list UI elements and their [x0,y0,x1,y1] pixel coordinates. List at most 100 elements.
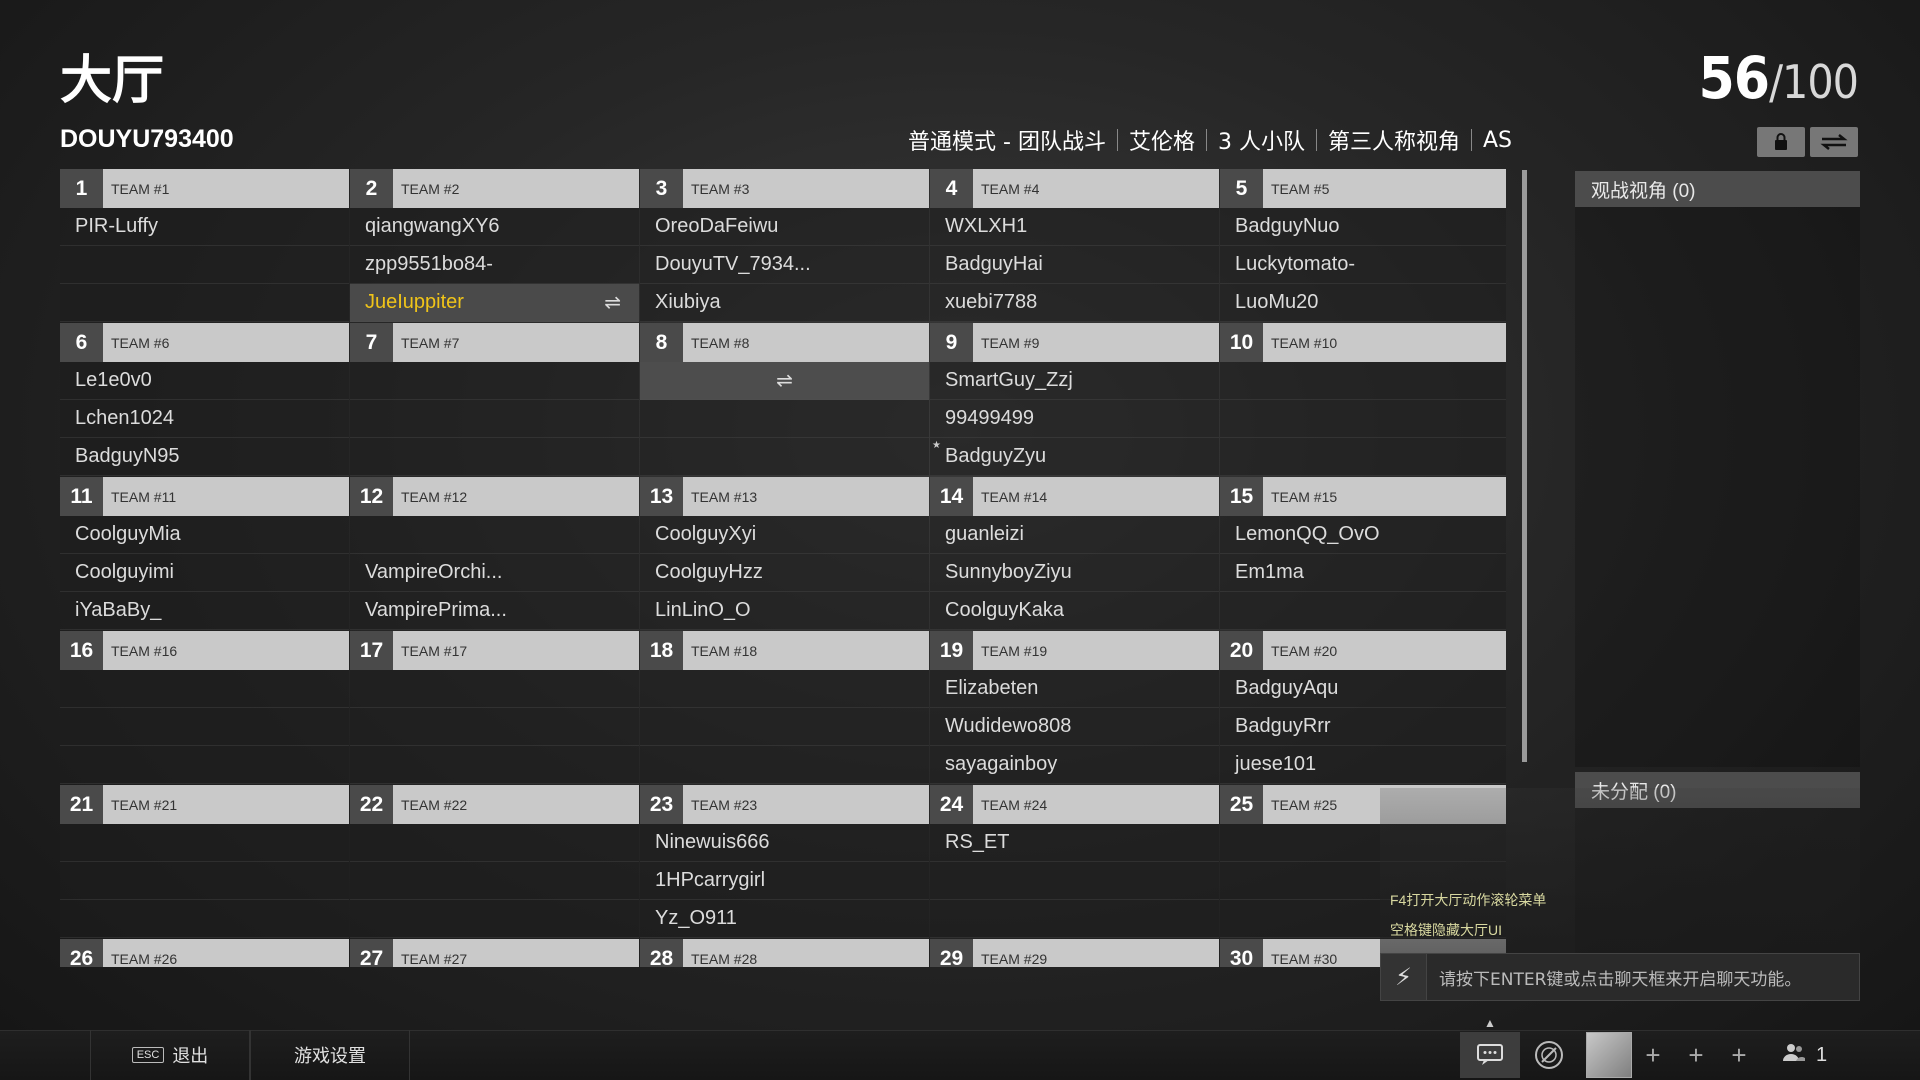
team-header[interactable]: 19 TEAM #19 [930,631,1219,670]
team-header[interactable]: 7 TEAM #7 [350,323,639,362]
player-slot[interactable] [1220,592,1506,630]
team-header[interactable]: 8 TEAM #8 [640,323,929,362]
player-slot[interactable] [930,862,1219,900]
player-slot[interactable]: BadguyHai [930,246,1219,284]
team-header[interactable]: 15 TEAM #15 [1220,477,1506,516]
player-slot[interactable]: VampirePrima... [350,592,639,630]
player-slot[interactable]: OreoDaFeiwu [640,208,929,246]
team-header[interactable]: 10 TEAM #10 [1220,323,1506,362]
player-slot[interactable]: CoolguyKaka [930,592,1219,630]
player-slot[interactable]: guanleizi [930,516,1219,554]
chevron-up-icon[interactable]: ▲ [1484,1016,1496,1030]
chat-icon[interactable] [1460,1032,1520,1078]
player-slot[interactable] [350,362,639,400]
team-header[interactable]: 2 TEAM #2 [350,169,639,208]
player-slot[interactable] [350,400,639,438]
team-header[interactable]: 6 TEAM #6 [60,323,349,362]
team-header[interactable]: 22 TEAM #22 [350,785,639,824]
player-slot[interactable]: iYaBaBy_ [60,592,349,630]
player-slot[interactable] [60,670,349,708]
party-count[interactable]: 1 [1782,1030,1827,1080]
player-slot[interactable]: PIR-Luffy [60,208,349,246]
player-slot[interactable]: BadguyAqu [1220,670,1506,708]
player-slot[interactable]: LemonQQ_OvO [1220,516,1506,554]
team-header[interactable]: 24 TEAM #24 [930,785,1219,824]
player-slot[interactable]: Xiubiya [640,284,929,322]
lock-button[interactable] [1757,127,1805,157]
team-header[interactable]: 13 TEAM #13 [640,477,929,516]
player-slot[interactable] [60,246,349,284]
spectator-panel-header[interactable]: 观战视角 (0) [1575,171,1860,207]
team-header[interactable]: 28 TEAM #28 [640,939,929,967]
team-header[interactable]: 5 TEAM #5 [1220,169,1506,208]
player-slot[interactable]: Yz_O911 [640,900,929,938]
player-slot[interactable] [1220,438,1506,476]
team-header[interactable]: 16 TEAM #16 [60,631,349,670]
plus-icon[interactable]: + [1716,1032,1762,1078]
player-slot[interactable] [640,400,929,438]
player-slot[interactable] [640,708,929,746]
team-header[interactable]: 9 TEAM #9 [930,323,1219,362]
player-slot[interactable]: Lchen1024 [60,400,349,438]
player-slot[interactable] [350,862,639,900]
swap-mode-button[interactable] [1810,127,1858,157]
team-header[interactable]: 17 TEAM #17 [350,631,639,670]
player-slot[interactable] [930,900,1219,938]
player-slot[interactable]: BadguyN95 [60,438,349,476]
player-slot[interactable]: BadguyZyu ★ [930,438,1219,476]
swap-icon[interactable]: ⇌ [604,290,621,315]
player-slot[interactable] [60,900,349,938]
player-slot[interactable]: RS_ET [930,824,1219,862]
player-slot[interactable] [60,862,349,900]
player-slot[interactable] [640,670,929,708]
team-header[interactable]: 18 TEAM #18 [640,631,929,670]
player-slot[interactable]: JueIuppiter ⇌ [350,284,639,322]
player-slot[interactable]: 99499499 [930,400,1219,438]
team-header[interactable]: 4 TEAM #4 [930,169,1219,208]
player-slot[interactable]: qiangwangXY6 [350,208,639,246]
player-slot[interactable]: CoolguyXyi [640,516,929,554]
player-slot[interactable]: DouyuTV_7934... [640,246,929,284]
plus-icon[interactable]: + [1673,1032,1719,1078]
player-slot[interactable] [60,746,349,784]
lightning-icon[interactable]: ⚡ [1381,954,1427,1000]
player-slot[interactable] [350,516,639,554]
player-slot[interactable] [640,746,929,784]
team-header[interactable]: 21 TEAM #21 [60,785,349,824]
player-slot[interactable]: 1HPcarrygirl [640,862,929,900]
team-header[interactable]: 14 TEAM #14 [930,477,1219,516]
player-slot[interactable] [350,670,639,708]
exit-button[interactable]: ESC 退出 [90,1030,250,1080]
player-slot[interactable]: CoolguyMia [60,516,349,554]
team-header[interactable]: 3 TEAM #3 [640,169,929,208]
player-slot[interactable] [1220,362,1506,400]
player-slot[interactable]: xuebi7788 [930,284,1219,322]
team-header[interactable]: 27 TEAM #27 [350,939,639,967]
player-slot[interactable]: WXLXH1 [930,208,1219,246]
player-slot[interactable] [350,746,639,784]
team-header[interactable]: 23 TEAM #23 [640,785,929,824]
swap-icon[interactable]: ⇌ [776,368,793,393]
avatar[interactable] [1586,1032,1632,1078]
chat-input[interactable]: 请按下ENTER键或点击聊天框来开启聊天功能。 [1439,965,1801,990]
team-header[interactable]: 20 TEAM #20 [1220,631,1506,670]
team-grid-scrollbar[interactable] [1522,170,1527,762]
player-slot[interactable] [640,438,929,476]
player-slot[interactable] [350,824,639,862]
player-slot[interactable] [60,708,349,746]
emblem-icon[interactable] [1526,1032,1572,1078]
player-slot[interactable] [60,284,349,322]
player-slot[interactable]: LinLinO_O [640,592,929,630]
game-settings-button[interactable]: 游戏设置 [250,1030,410,1080]
team-header[interactable]: 1 TEAM #1 [60,169,349,208]
team-header[interactable]: 11 TEAM #11 [60,477,349,516]
player-slot[interactable]: Luckytomato- [1220,246,1506,284]
team-header[interactable]: 29 TEAM #29 [930,939,1219,967]
player-slot[interactable]: LuoMu20 [1220,284,1506,322]
player-slot[interactable]: Ninewuis666 [640,824,929,862]
player-slot[interactable]: SmartGuy_Zzj [930,362,1219,400]
player-slot[interactable]: BadguyRrr [1220,708,1506,746]
player-slot[interactable] [350,438,639,476]
player-slot[interactable] [1220,400,1506,438]
player-slot[interactable]: zpp9551bo84- [350,246,639,284]
